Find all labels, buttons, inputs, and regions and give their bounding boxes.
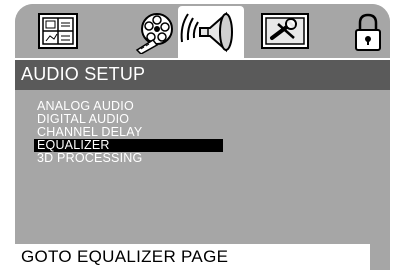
menu-item-3d-processing[interactable]: 3D PROCESSING	[34, 152, 226, 165]
status-bar: GOTO EQUALIZER PAGE	[15, 244, 370, 270]
general-setup-icon[interactable]	[35, 10, 81, 54]
video-film-icon[interactable]	[133, 10, 179, 54]
page-title: AUDIO SETUP	[21, 64, 146, 84]
status-text: GOTO EQUALIZER PAGE	[21, 247, 229, 266]
password-lock-icon[interactable]	[351, 10, 385, 54]
audio-setup-menu: ANALOG AUDIO DIGITAL AUDIO CHANNEL DELAY…	[15, 100, 390, 165]
audio-speaker-icon[interactable]	[178, 6, 244, 58]
icon-tab-bar	[15, 4, 390, 58]
preferences-tools-icon[interactable]	[258, 10, 314, 54]
page-title-bar: AUDIO SETUP	[15, 58, 390, 90]
setup-screen: AUDIO SETUP ANALOG AUDIO DIGITAL AUDIO C…	[15, 4, 390, 270]
